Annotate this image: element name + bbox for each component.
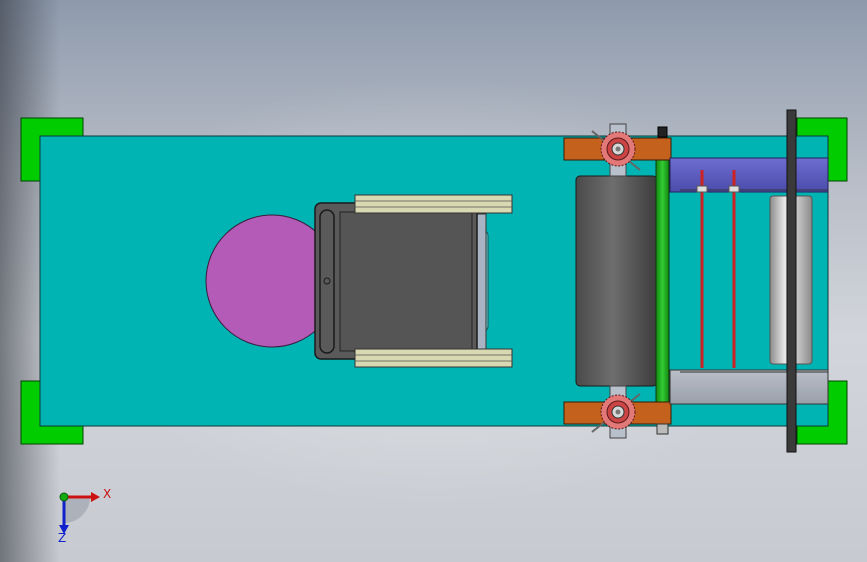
right-shaft[interactable] [786, 109, 797, 453]
axis-triad: X Z [58, 487, 111, 545]
assembly-drawing: X Z [20, 109, 848, 545]
carriage-body [339, 211, 473, 352]
carriage-top-rail [354, 194, 513, 214]
gray-crossbar[interactable] [669, 369, 829, 405]
green-rail[interactable] [655, 155, 670, 407]
axis-x-label: X [103, 487, 111, 501]
drive-roller[interactable] [575, 175, 658, 387]
carriage-assembly[interactable] [314, 194, 513, 368]
carriage-bottom-rail [354, 348, 513, 368]
axis-z-label: Z [58, 531, 66, 545]
nut-bottom [656, 423, 669, 435]
nut-top [657, 126, 668, 138]
cad-viewport[interactable]: X Z [0, 0, 867, 562]
blue-crossbar[interactable] [669, 157, 829, 193]
